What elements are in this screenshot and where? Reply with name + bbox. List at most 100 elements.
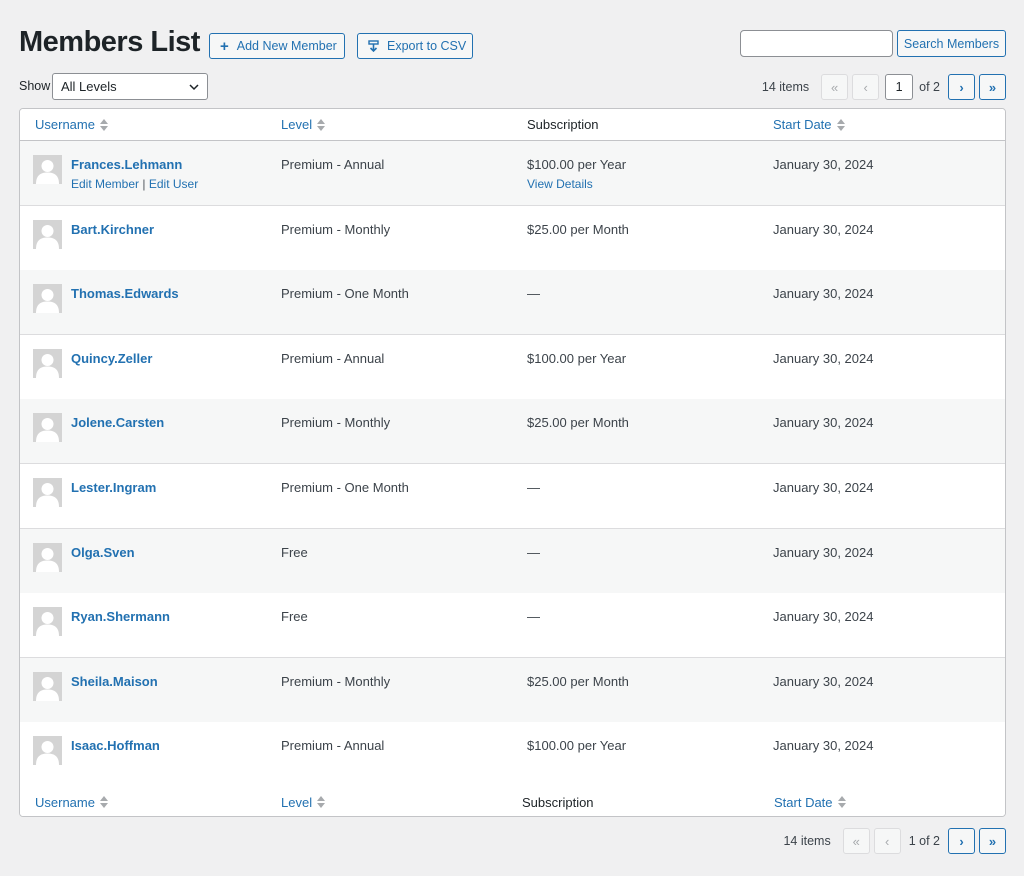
row-actions: Edit Member | Edit User <box>71 177 198 191</box>
members-table: Username Level Subscription Start Date F… <box>19 108 1006 817</box>
download-icon <box>368 39 379 53</box>
footer-column-subscription-label: Subscription <box>522 794 594 810</box>
start-date-cell: January 30, 2024 <box>773 157 874 172</box>
show-label: Show <box>19 79 51 93</box>
start-date-cell: January 30, 2024 <box>773 738 874 754</box>
row-actions-separator: | <box>142 177 146 191</box>
edit-user-link[interactable]: Edit User <box>149 177 198 191</box>
current-page-input[interactable] <box>885 74 914 100</box>
username-link[interactable]: Jolene.Carsten <box>71 415 164 430</box>
subscription-cell: — <box>527 480 540 495</box>
footer-column-username[interactable]: Username <box>35 795 108 810</box>
start-date-cell: January 30, 2024 <box>773 480 874 495</box>
next-page-button[interactable]: › <box>948 74 975 100</box>
table-row: Frances.Lehmann Edit Member | Edit User Vi… <box>20 141 1005 206</box>
level-cell: Premium - One Month <box>281 480 409 495</box>
subscription-cell: $100.00 per Year <box>527 738 627 754</box>
page-indicator: 1 of 2 <box>908 834 940 848</box>
start-date-cell: January 30, 2024 <box>773 609 874 625</box>
footer-column-start-date[interactable]: Start Date <box>774 795 846 810</box>
subscription-cell: — <box>527 544 540 560</box>
username-link[interactable]: Lester.Ingram <box>71 480 156 495</box>
footer-column-subscription: Subscription <box>522 795 594 810</box>
subscription-cell: $25.00 per Month <box>527 221 629 237</box>
last-page-button[interactable]: » <box>979 828 1006 854</box>
sort-arrows-icon <box>317 796 326 808</box>
subscription-cell: $100.00 per Year <box>527 350 627 366</box>
level-cell: Premium - Monthly <box>281 673 391 689</box>
prev-page-button: ‹ <box>852 74 880 100</box>
start-date-cell: January 30, 2024 <box>773 286 874 302</box>
sort-arrows-icon <box>317 118 326 131</box>
start-date-cell: January 30, 2024 <box>773 221 874 237</box>
subscription-cell: $100.00 per Year <box>527 157 627 172</box>
username-link[interactable]: Ryan.Shermann <box>71 609 170 624</box>
search-members-input[interactable] <box>740 30 893 57</box>
subscription-cell: $25.00 per Month <box>527 673 629 689</box>
column-username-label: Username <box>35 117 95 132</box>
subscription-cell: $25.00 per Month <box>527 415 629 431</box>
default-avatar-icon <box>33 413 62 443</box>
default-avatar-icon <box>33 348 62 378</box>
start-date-cell: January 30, 2024 <box>773 415 874 431</box>
column-username[interactable]: Username <box>35 117 108 132</box>
sort-arrows-icon <box>836 118 845 131</box>
username-link[interactable]: Quincy.Zeller <box>71 351 152 366</box>
next-page-button[interactable]: › <box>948 828 975 854</box>
default-avatar-icon <box>33 284 62 314</box>
export-csv-button[interactable]: Export to CSV <box>357 33 473 59</box>
first-page-button: « <box>842 828 870 854</box>
footer-column-level-label: Level <box>281 794 313 810</box>
table-footer: Username Level Subscription Start Date <box>20 786 1005 816</box>
table-row: Sheila.Maison Premium - Monthly $25.00 per… <box>20 657 1005 723</box>
table-header: Username Level Subscription Start Date <box>20 109 1005 141</box>
level-cell: Premium - Annual <box>281 157 385 172</box>
default-avatar-icon <box>33 607 62 637</box>
page-title: Members List <box>19 26 200 58</box>
default-avatar-icon <box>33 736 62 766</box>
username-link[interactable]: Isaac.Hoffman <box>71 738 160 753</box>
username-link[interactable]: Frances.Lehmann <box>71 157 182 172</box>
level-cell: Premium - Monthly <box>281 221 391 237</box>
column-level[interactable]: Level <box>281 117 326 132</box>
level-cell: Premium - Annual <box>281 350 385 366</box>
table-row: Lester.Ingram Premium - One Month — January… <box>20 464 1005 529</box>
subscription-cell: — <box>527 609 540 625</box>
sort-arrows-icon <box>837 796 846 808</box>
items-count: 14 items <box>761 80 810 94</box>
column-subscription-label: Subscription <box>527 117 599 132</box>
default-avatar-icon <box>33 671 62 701</box>
level-filter-select[interactable]: All Levels <box>52 73 208 100</box>
table-row: Bart.Kirchner Premium - Monthly $25.00 per… <box>20 205 1005 271</box>
chevron-down-icon <box>189 83 199 90</box>
username-link[interactable]: Thomas.Edwards <box>71 286 179 301</box>
add-new-member-button[interactable]: + Add New Member <box>209 33 345 59</box>
search-members-button[interactable]: Search Members <box>897 30 1006 57</box>
first-page-button: « <box>821 74 849 100</box>
last-page-button[interactable]: » <box>979 74 1006 100</box>
footer-column-start-date-label: Start Date <box>774 794 833 810</box>
table-row: Jolene.Carsten Premium - Monthly $25.00 pe… <box>20 399 1005 465</box>
prev-page-button: ‹ <box>873 828 901 854</box>
edit-member-link[interactable]: Edit Member <box>71 177 139 191</box>
level-cell: Premium - Annual <box>281 738 385 754</box>
default-avatar-icon <box>33 155 62 184</box>
username-link[interactable]: Sheila.Maison <box>71 674 158 689</box>
plus-icon: + <box>220 37 229 55</box>
level-cell: Free <box>281 609 308 625</box>
column-start-date[interactable]: Start Date <box>773 117 845 132</box>
footer-column-level[interactable]: Level <box>281 794 326 810</box>
sort-arrows-icon <box>99 796 108 808</box>
table-row: Ryan.Shermann Free — January 30, 2024 <box>20 593 1005 659</box>
username-link[interactable]: Bart.Kirchner <box>71 222 154 237</box>
level-cell: Free <box>281 544 308 560</box>
start-date-cell: January 30, 2024 <box>773 544 874 560</box>
level-cell: Premium - Monthly <box>281 415 391 431</box>
view-details-link[interactable]: View Details <box>527 177 593 191</box>
table-row: Olga.Sven Free — January 30, 2024 <box>20 528 1005 594</box>
default-avatar-icon <box>33 478 62 507</box>
pagination-top: 14 items « ‹ of 2 › » <box>762 74 1006 100</box>
total-pages: of 2 <box>919 80 940 94</box>
username-link[interactable]: Olga.Sven <box>71 545 135 560</box>
column-level-label: Level <box>281 117 313 132</box>
